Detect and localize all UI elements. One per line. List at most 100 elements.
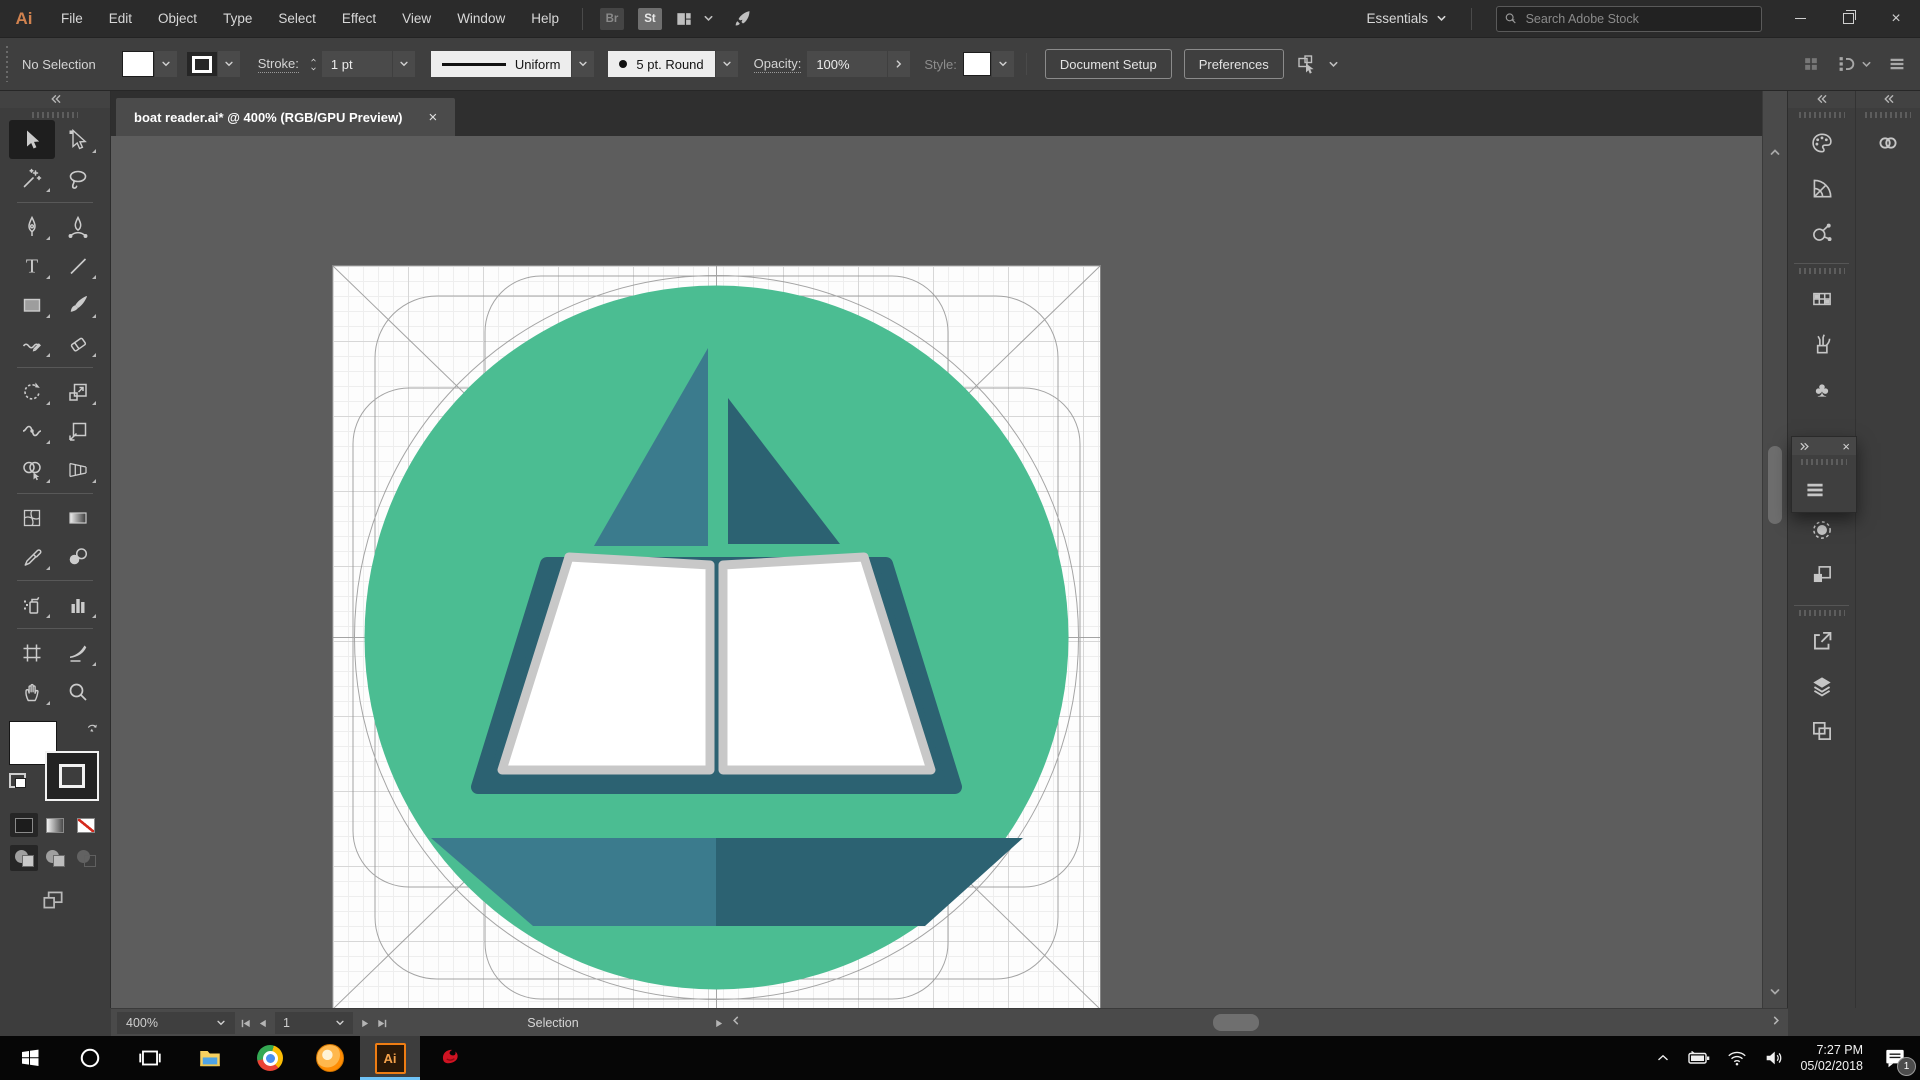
panel-dock-control[interactable] — [1835, 53, 1872, 75]
panel-button-creative-cloud[interactable] — [1865, 120, 1911, 165]
panel-grip[interactable] — [32, 112, 78, 118]
menu-select[interactable]: Select — [265, 0, 329, 37]
menu-file[interactable]: File — [48, 0, 96, 37]
volume-icon[interactable] — [1763, 1047, 1785, 1069]
panel-grip[interactable] — [1801, 459, 1847, 465]
panel-button-recolor[interactable] — [1799, 210, 1845, 255]
panel-button-color-guide[interactable] — [1799, 165, 1845, 210]
panel-grip[interactable] — [1799, 112, 1845, 118]
tool-magic-wand[interactable] — [9, 159, 55, 198]
step-up-icon[interactable] — [309, 57, 318, 63]
canvas[interactable] — [111, 136, 1762, 1008]
scroll-right-icon[interactable] — [1771, 1015, 1782, 1026]
status-options-icon[interactable] — [713, 1018, 724, 1029]
chrome-button[interactable] — [240, 1036, 300, 1080]
garena-button[interactable] — [420, 1036, 480, 1080]
tool-perspective-grid[interactable] — [55, 450, 101, 489]
battery-icon[interactable] — [1687, 1046, 1711, 1070]
tool-selection[interactable] — [9, 120, 55, 159]
workspace-grid-icon[interactable] — [1801, 54, 1821, 74]
stroke-color-swatch[interactable] — [187, 52, 217, 76]
citrus-app-button[interactable] — [300, 1036, 360, 1080]
file-explorer-button[interactable] — [180, 1036, 240, 1080]
tool-blend[interactable] — [55, 537, 101, 576]
stroke-swatch[interactable] — [45, 751, 99, 801]
document-tab[interactable]: boat reader.ai* @ 400% (RGB/GPU Preview)… — [116, 98, 455, 136]
brush-definition-chevron[interactable] — [716, 51, 738, 77]
tool-shaper[interactable] — [9, 324, 55, 363]
zoom-level-dropdown[interactable]: 400% — [117, 1012, 235, 1034]
color-mode-button[interactable] — [10, 813, 38, 837]
stroke-chevron[interactable] — [218, 51, 240, 77]
last-artboard-icon[interactable] — [376, 1018, 387, 1029]
preferences-button[interactable]: Preferences — [1184, 49, 1284, 79]
panel-grip[interactable] — [1865, 112, 1911, 118]
panel-grip[interactable] — [6, 46, 8, 82]
opacity-label[interactable]: Opacity: — [754, 56, 802, 73]
menu-object[interactable]: Object — [145, 0, 210, 37]
gpu-performance-icon[interactable] — [732, 8, 753, 29]
tool-pen[interactable] — [9, 207, 55, 246]
panel-button-artboards[interactable] — [1799, 708, 1845, 753]
style-chevron[interactable] — [992, 51, 1014, 77]
vertical-scrollbar[interactable] — [1762, 90, 1787, 1008]
tool-paintbrush[interactable] — [55, 285, 101, 324]
chevron-down-icon[interactable] — [1328, 59, 1339, 70]
document-setup-button[interactable]: Document Setup — [1045, 49, 1172, 79]
clock[interactable]: 7:27 PM 05/02/2018 — [1800, 1042, 1863, 1075]
tool-rectangle[interactable] — [9, 285, 55, 324]
panel-grip[interactable] — [1799, 610, 1845, 616]
opacity-arrow[interactable] — [888, 51, 910, 77]
vertical-scroll-thumb[interactable] — [1768, 446, 1782, 524]
opacity-field[interactable]: 100% — [807, 51, 887, 77]
tool-free-transform[interactable] — [55, 411, 101, 450]
tool-line[interactable] — [55, 246, 101, 285]
draw-behind-button[interactable] — [41, 845, 69, 871]
workspace-switcher[interactable]: Essentials — [1366, 11, 1447, 26]
artboard-number-dropdown[interactable]: 1 — [275, 1012, 353, 1034]
close-tab-icon[interactable]: × — [428, 109, 437, 126]
none-mode-button[interactable] — [72, 813, 100, 837]
tool-scale[interactable] — [55, 372, 101, 411]
stroke-weight-chevron[interactable] — [393, 51, 415, 77]
horizontal-scroll-thumb[interactable] — [1213, 1014, 1259, 1031]
artboard[interactable] — [333, 266, 1100, 1008]
panel-button-brushes[interactable] — [1799, 321, 1845, 366]
tool-shape-builder[interactable] — [9, 450, 55, 489]
search-input[interactable] — [1524, 11, 1754, 27]
panel-button-layers[interactable] — [1799, 663, 1845, 708]
tool-column-graph[interactable] — [55, 585, 101, 624]
tool-zoom[interactable] — [55, 672, 101, 711]
bridge-button[interactable]: Br — [600, 8, 624, 30]
panel-button-export[interactable] — [1799, 618, 1845, 663]
tool-width[interactable] — [9, 411, 55, 450]
close-icon[interactable]: × — [1842, 440, 1850, 453]
swap-fill-stroke-icon[interactable] — [85, 721, 101, 737]
panel-button-symbols[interactable] — [1799, 366, 1845, 411]
tool-gradient[interactable] — [55, 498, 101, 537]
tool-slice[interactable] — [55, 633, 101, 672]
tray-expand-icon[interactable] — [1654, 1049, 1672, 1067]
menu-help[interactable]: Help — [518, 0, 572, 37]
panel-button-swatches[interactable] — [1799, 276, 1845, 321]
wifi-icon[interactable] — [1726, 1047, 1748, 1069]
panel-button-color[interactable] — [1799, 120, 1845, 165]
fill-color-swatch[interactable] — [122, 51, 154, 77]
action-center-button[interactable]: 1 — [1882, 1045, 1908, 1071]
panel-button-nested-squares[interactable] — [1799, 552, 1845, 597]
stroke-label[interactable]: Stroke: — [258, 56, 299, 73]
fill-chevron[interactable] — [155, 51, 177, 77]
tool-lasso[interactable] — [55, 159, 101, 198]
width-profile-chevron[interactable] — [572, 51, 594, 77]
stroke-weight-stepper[interactable] — [309, 57, 318, 72]
minimize-button[interactable] — [1776, 0, 1824, 37]
menu-effect[interactable]: Effect — [329, 0, 389, 37]
menu-view[interactable]: View — [389, 0, 444, 37]
panel-button-stroke-menu[interactable] — [1792, 467, 1838, 512]
restore-button[interactable] — [1824, 0, 1872, 37]
tool-artboard[interactable] — [9, 633, 55, 672]
previous-artboard-icon[interactable] — [258, 1018, 269, 1029]
start-button[interactable] — [0, 1036, 60, 1080]
gradient-mode-button[interactable] — [41, 813, 69, 837]
default-fill-stroke-icon[interactable] — [9, 773, 26, 788]
